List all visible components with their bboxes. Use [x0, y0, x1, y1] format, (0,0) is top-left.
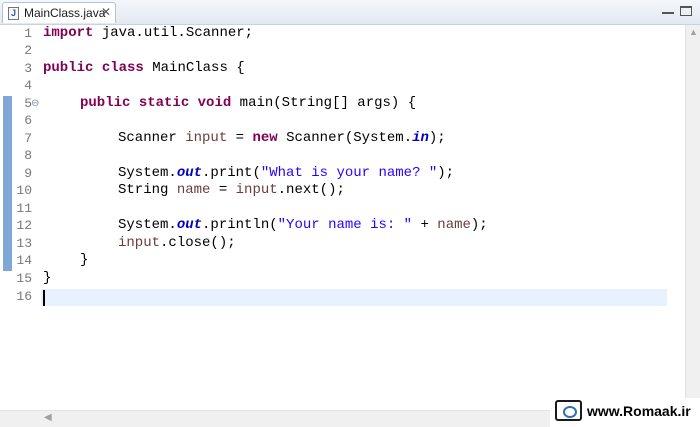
- line-number: 12: [16, 218, 32, 233]
- line-number: 9: [24, 166, 32, 181]
- code-line: 15 }: [0, 270, 685, 287]
- code-editor[interactable]: ⊖ 1 import java.util.Scanner; 2 3 public…: [0, 25, 685, 410]
- maximize-button[interactable]: [680, 6, 692, 16]
- line-number: 6: [24, 113, 32, 128]
- code-line: 11: [0, 200, 685, 217]
- line-number: 4: [24, 78, 32, 93]
- minimize-button[interactable]: [662, 8, 674, 14]
- watermark: www.Romaak.ir: [553, 398, 700, 426]
- line-number: 14: [16, 253, 32, 268]
- code-line: 14 }: [0, 252, 685, 269]
- line-number: 2: [24, 43, 32, 58]
- editor-tab-bar: J MainClass.java ✕: [0, 0, 700, 25]
- vertical-scrollbar[interactable]: ▲: [685, 25, 700, 410]
- code-line: 10 String name = input.next();: [0, 182, 685, 199]
- code-line: 2: [0, 42, 685, 59]
- horizontal-scrollbar[interactable]: ◀: [0, 410, 550, 427]
- line-number: 3: [24, 61, 32, 76]
- line-number: 16: [16, 289, 32, 304]
- code-line: 4: [0, 77, 685, 94]
- code-text: }: [80, 252, 89, 268]
- line-number: 1: [24, 26, 32, 41]
- code-line: 7 Scanner input = new Scanner(System.in)…: [0, 130, 685, 147]
- watermark-text: www.Romaak.ir: [587, 403, 691, 419]
- code-text: System.out.print("What is your name? ");: [118, 165, 455, 181]
- romaak-logo-icon: [555, 400, 582, 421]
- code-line: 6: [0, 112, 685, 129]
- line-number: 10: [16, 183, 32, 198]
- tab-label: MainClass.java: [24, 6, 106, 20]
- scroll-left-icon[interactable]: ◀: [44, 412, 52, 423]
- code-text: public static void main(String[] args) {: [80, 95, 417, 111]
- code-text: Scanner input = new Scanner(System.in);: [118, 130, 446, 146]
- code-text: import java.util.Scanner;: [43, 25, 254, 41]
- code-line: 12 System.out.println("Your name is: " +…: [0, 217, 685, 234]
- code-line: 9 System.out.print("What is your name? "…: [0, 165, 685, 182]
- line-number: 15: [16, 271, 32, 286]
- code-line: 13 input.close();: [0, 235, 685, 252]
- code-line: 8: [0, 147, 685, 164]
- code-line: 5 public static void main(String[] args)…: [0, 95, 685, 112]
- code-text: }: [43, 270, 52, 286]
- code-line: 3 public class MainClass {: [0, 60, 685, 77]
- close-icon[interactable]: ✕: [101, 5, 111, 19]
- scroll-up-icon[interactable]: ▲: [689, 27, 698, 37]
- code-line: 16: [0, 288, 685, 305]
- line-number: 13: [16, 236, 32, 251]
- java-file-icon: J: [8, 7, 19, 20]
- tab-mainclass-java[interactable]: J MainClass.java ✕: [2, 2, 116, 23]
- code-text: public class MainClass {: [43, 60, 245, 76]
- code-text: input.close();: [118, 235, 236, 251]
- code-line: 1 import java.util.Scanner;: [0, 25, 685, 42]
- code-text: String name = input.next();: [118, 182, 345, 198]
- line-number: 7: [24, 131, 32, 146]
- line-number: 11: [16, 201, 32, 216]
- code-text: System.out.println("Your name is: " + na…: [118, 217, 488, 233]
- line-number: 5: [24, 96, 32, 111]
- line-number: 8: [24, 148, 32, 163]
